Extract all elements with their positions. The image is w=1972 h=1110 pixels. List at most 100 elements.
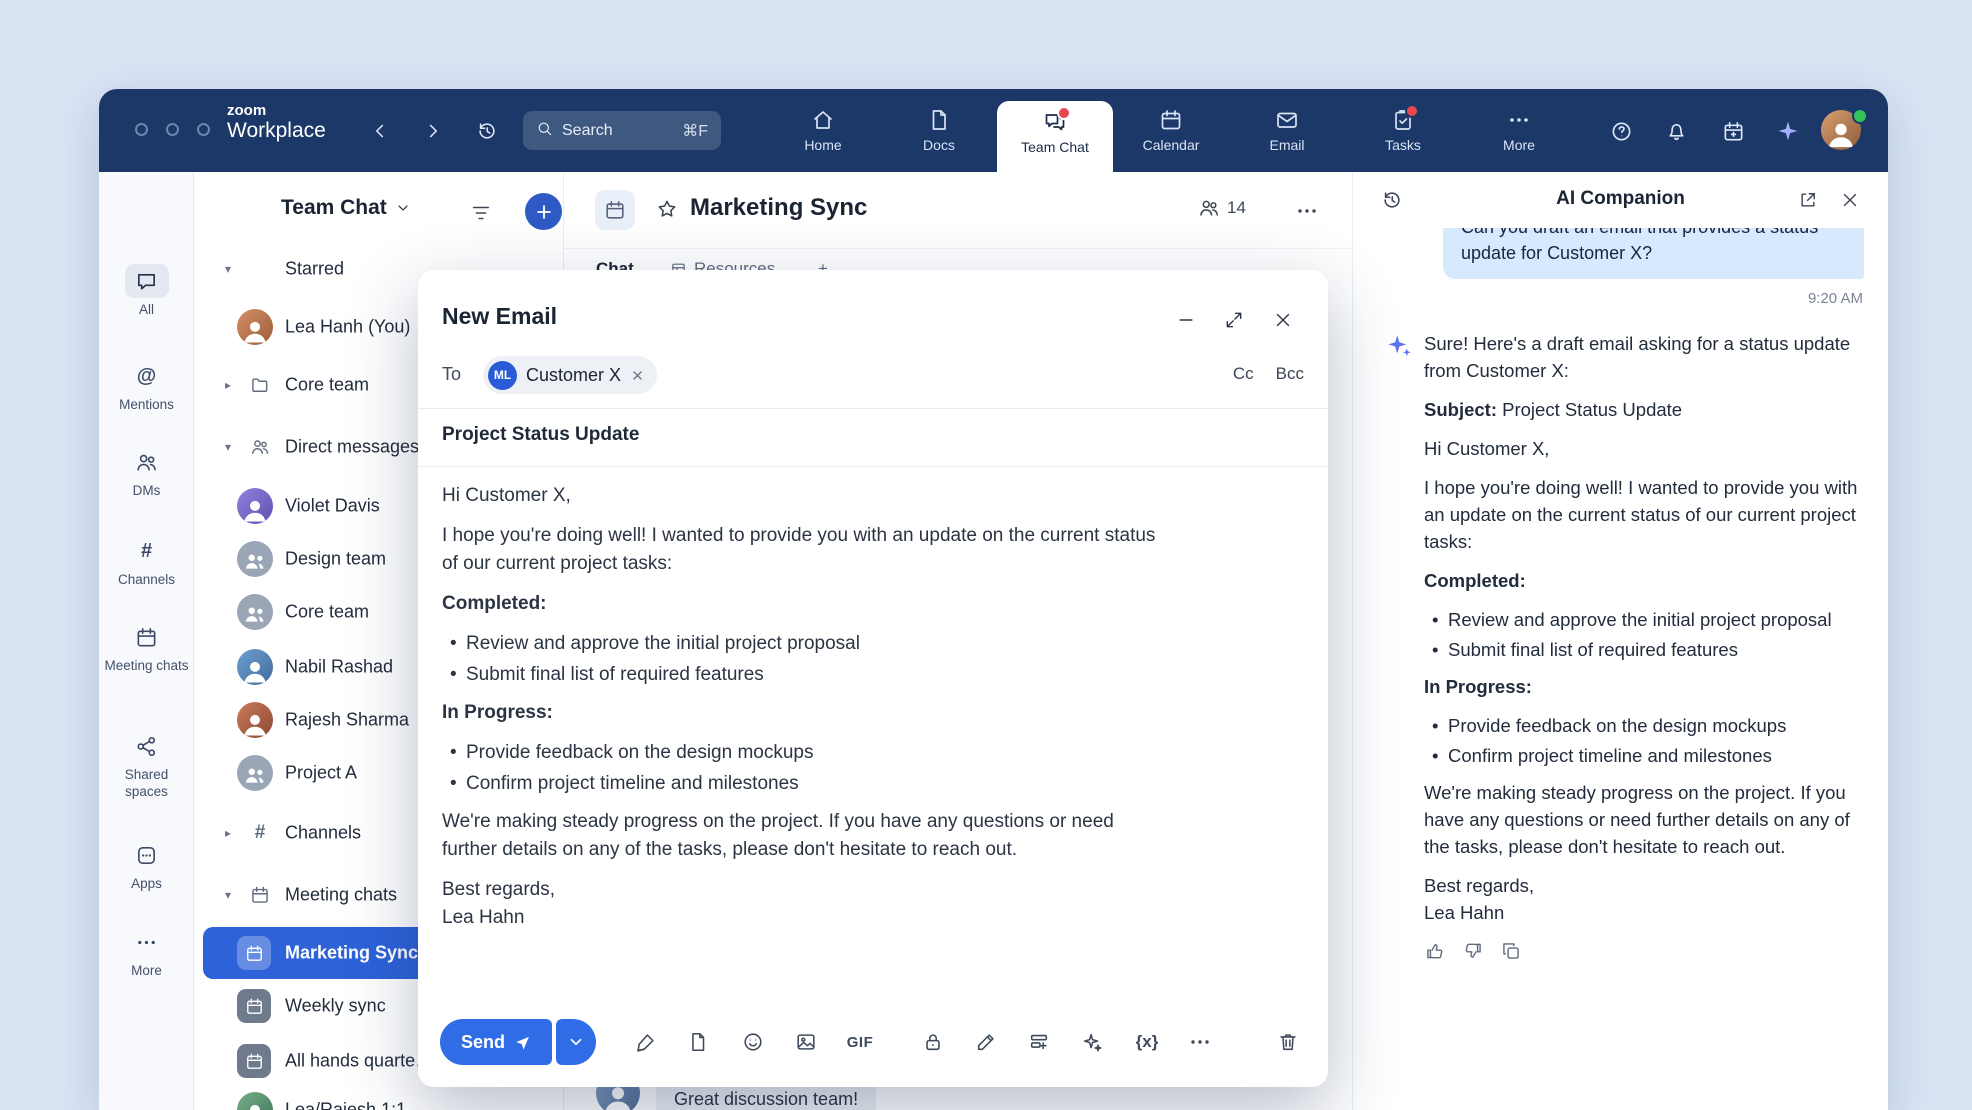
rail-item-shared-spaces[interactable]: Shared spaces <box>99 729 194 801</box>
close-icon[interactable] <box>1837 187 1863 213</box>
window-zoom-dot[interactable] <box>197 123 210 136</box>
edit-button[interactable] <box>967 1023 1005 1061</box>
avatar <box>237 649 273 685</box>
window-minimize-dot[interactable] <box>166 123 179 136</box>
tab-label: Home <box>804 137 841 153</box>
recipient-chip[interactable]: ML Customer X <box>483 356 657 394</box>
tab-team-chat[interactable]: Team Chat <box>997 101 1113 172</box>
insert-image-button[interactable] <box>787 1023 825 1061</box>
minimize-icon[interactable] <box>1173 307 1199 333</box>
bcc-button[interactable]: Bcc <box>1276 364 1304 384</box>
send-options-button[interactable] <box>556 1019 596 1065</box>
cc-button[interactable]: Cc <box>1233 364 1254 384</box>
email-icon <box>1275 108 1299 132</box>
ai-companion-button[interactable] <box>1775 118 1801 144</box>
calendar-icon <box>1159 108 1183 132</box>
ai-compose-button[interactable] <box>1073 1023 1111 1061</box>
list-item-lea-rajesh[interactable]: Lea/Rajesh 1:1 <box>203 1084 555 1110</box>
unread-badge <box>1057 106 1071 120</box>
templates-button[interactable] <box>1020 1023 1058 1061</box>
history-icon[interactable] <box>1379 187 1405 213</box>
filter-button[interactable] <box>468 200 494 226</box>
presence-dot <box>1852 108 1868 124</box>
rail-item-apps[interactable]: Apps <box>99 838 194 893</box>
body-inprogress-label: In Progress: <box>442 699 1166 727</box>
signature-button[interactable] <box>627 1023 665 1061</box>
remove-recipient-icon[interactable] <box>630 368 644 382</box>
rail-item-meeting-chats[interactable]: Meeting chats <box>99 620 194 675</box>
zoom-workplace-logo: zoom Workplace <box>227 102 326 143</box>
forward-button[interactable] <box>420 118 446 144</box>
avatar <box>237 309 273 345</box>
chevron-right-icon[interactable]: ▸ <box>225 827 231 839</box>
history-button[interactable] <box>474 118 500 144</box>
chevron-right-icon[interactable]: ▸ <box>225 379 231 391</box>
notifications-button[interactable] <box>1663 118 1689 144</box>
subject-field[interactable]: Project Status Update <box>442 424 639 446</box>
search-input[interactable]: Search ⌘F <box>523 111 721 150</box>
new-email-modal: New Email To ML Customer X Cc Bcc Projec… <box>418 270 1328 1087</box>
new-chat-button[interactable] <box>525 193 562 230</box>
help-button[interactable] <box>1608 118 1634 144</box>
ai-response-intro: Sure! Here's a draft email asking for a … <box>1424 330 1866 384</box>
back-button[interactable] <box>367 118 393 144</box>
tab-label: Team Chat <box>1021 139 1089 155</box>
rail-item-all[interactable]: All <box>99 264 194 319</box>
rail-item-channels[interactable]: # Channels <box>99 534 194 589</box>
rail-item-dms[interactable]: DMs <box>99 445 194 500</box>
chatlist-title-dropdown[interactable]: Team Chat <box>281 196 411 220</box>
rail-label: Mentions <box>119 397 174 414</box>
member-count[interactable]: 14 <box>1198 197 1246 219</box>
ai-sparkle-icon <box>1386 332 1413 364</box>
rail-label: Meeting chats <box>104 658 188 675</box>
channel-more-button[interactable] <box>1294 198 1320 224</box>
tab-docs[interactable]: Docs <box>881 89 997 172</box>
chevron-down-icon[interactable]: ▾ <box>225 889 231 901</box>
team-chat-icon <box>1043 110 1067 134</box>
tab-tasks[interactable]: Tasks <box>1345 89 1461 172</box>
send-label: Send <box>461 1032 505 1053</box>
encrypt-button[interactable] <box>914 1023 952 1061</box>
list-item: Provide feedback on the design mockups <box>1424 712 1866 739</box>
tab-email[interactable]: Email <box>1229 89 1345 172</box>
expand-icon[interactable] <box>1221 307 1247 333</box>
close-icon[interactable] <box>1270 307 1296 333</box>
thumbs-up-icon[interactable] <box>1424 940 1446 962</box>
emoji-button[interactable] <box>734 1023 772 1061</box>
recipient-avatar: ML <box>488 361 517 390</box>
ai-completed-list: Review and approve the initial project p… <box>1424 606 1866 663</box>
tab-more[interactable]: More <box>1461 89 1577 172</box>
calendar-icon <box>125 620 169 654</box>
copy-icon[interactable] <box>1500 940 1522 962</box>
chevron-down-icon <box>395 200 411 216</box>
window-close-dot[interactable] <box>135 123 148 136</box>
meeting-chat-icon <box>237 989 271 1023</box>
ai-response-paragraph: I hope you're doing well! I wanted to pr… <box>1424 474 1866 555</box>
channel-calendar-icon <box>595 190 635 230</box>
tab-label: Docs <box>923 137 955 153</box>
more-options-button[interactable] <box>1181 1023 1219 1061</box>
tab-home[interactable]: Home <box>765 89 881 172</box>
variables-button[interactable]: {x} <box>1128 1023 1166 1061</box>
rail-item-mentions[interactable]: @ Mentions <box>99 359 194 414</box>
avatar <box>237 702 273 738</box>
attach-file-button[interactable] <box>679 1023 717 1061</box>
chevron-down-icon[interactable]: ▾ <box>225 441 231 453</box>
chevron-down-icon[interactable]: ▾ <box>225 263 231 275</box>
tab-calendar[interactable]: Calendar <box>1113 89 1229 172</box>
member-count-value: 14 <box>1227 198 1246 218</box>
delete-draft-button[interactable] <box>1269 1023 1307 1061</box>
open-in-new-icon[interactable] <box>1795 187 1821 213</box>
email-body-editor[interactable]: Hi Customer X, I hope you're doing well!… <box>442 482 1166 944</box>
search-placeholder: Search <box>562 122 613 140</box>
schedule-button[interactable] <box>1720 118 1746 144</box>
rail-label: All <box>139 302 154 319</box>
thumbs-down-icon[interactable] <box>1462 940 1484 962</box>
rail-label: Shared spaces <box>104 767 189 801</box>
channel-title: Marketing Sync <box>690 194 867 222</box>
rail-item-more[interactable]: More <box>99 925 194 980</box>
send-button[interactable]: Send <box>440 1019 552 1065</box>
gif-button[interactable]: GIF <box>841 1023 879 1061</box>
star-channel-button[interactable] <box>656 198 680 222</box>
rail-label: More <box>131 963 162 980</box>
